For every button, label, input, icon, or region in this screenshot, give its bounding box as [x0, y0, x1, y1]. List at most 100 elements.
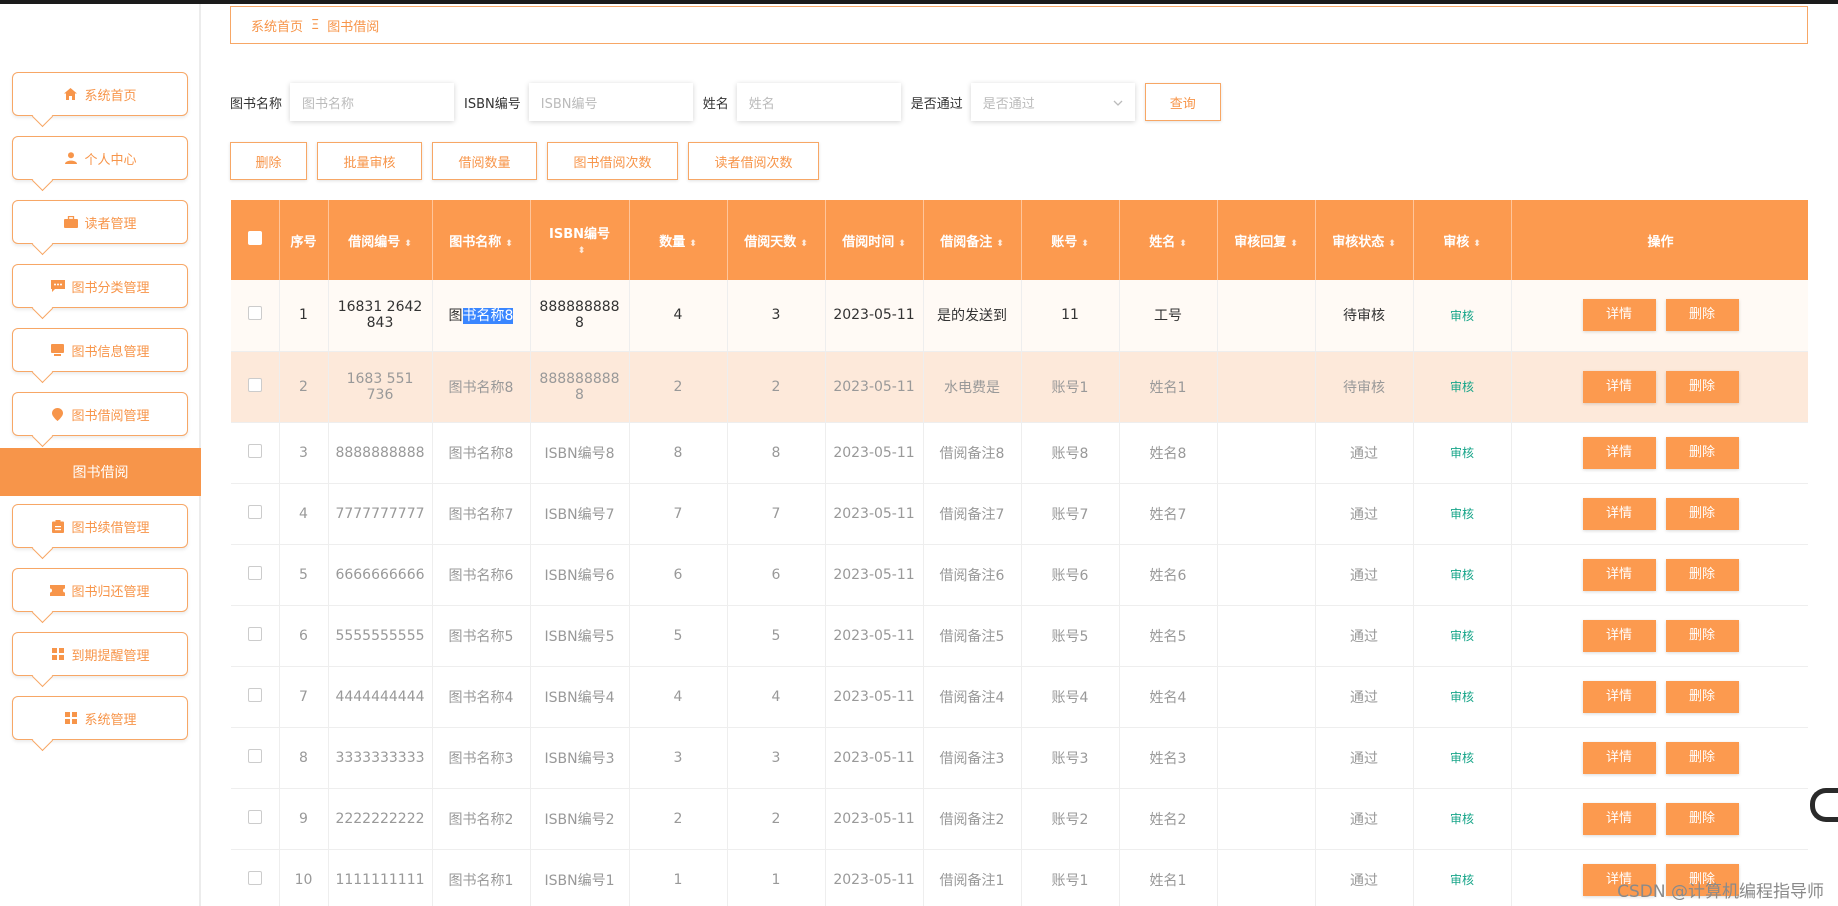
sidebar-item-renew-management[interactable]: 图书续借管理 — [12, 504, 188, 548]
sidebar-item-return-management[interactable]: 图书归还管理 — [12, 568, 188, 612]
row-checkbox[interactable] — [247, 565, 262, 580]
header-audit[interactable]: 审核 ⬍ — [1413, 200, 1512, 280]
query-button[interactable]: 查询 — [1144, 83, 1221, 121]
detail-button[interactable]: 详情 — [1582, 497, 1656, 530]
row-delete-button[interactable]: 删除 — [1665, 680, 1739, 713]
row-borrow-code: 2222222222 — [328, 788, 433, 850]
row-checkbox[interactable] — [247, 687, 262, 702]
audit-link[interactable]: 审核 — [1450, 568, 1474, 582]
row-delete-button[interactable]: 删除 — [1665, 299, 1739, 332]
name-input[interactable]: 姓名 — [736, 83, 901, 121]
header-qty[interactable]: 数量 ⬍ — [629, 200, 728, 280]
row-checkbox[interactable] — [247, 377, 262, 392]
sort-icon[interactable]: ⬍ — [689, 239, 697, 249]
sidebar-item-book-category[interactable]: 图书分类管理 — [12, 264, 188, 308]
row-checkbox[interactable] — [247, 748, 262, 763]
reader-borrow-times-button[interactable]: 读者借阅次数 — [688, 142, 819, 180]
batch-audit-button[interactable]: 批量审核 — [317, 142, 422, 180]
audit-link[interactable]: 审核 — [1450, 873, 1474, 887]
header-days[interactable]: 借阅天数 ⬍ — [727, 200, 826, 280]
sort-icon[interactable]: ⬍ — [1290, 239, 1298, 249]
audit-link[interactable]: 审核 — [1450, 690, 1474, 704]
table-row[interactable]: 6 5555555555 图书名称5 ISBN编号5 5 5 2023-05-11 借阅备注5… — [231, 605, 1808, 667]
delete-button[interactable]: 删除 — [230, 142, 307, 180]
table-row[interactable]: 3 8888888888 图书名称8 ISBN编号8 8 8 2023-05-11 借阅备注8… — [231, 422, 1808, 484]
table-row[interactable]: 7 4444444444 图书名称4 ISBN编号4 4 4 2023-05-11 借阅备注4… — [231, 666, 1808, 728]
sidebar-item-due-reminder[interactable]: 到期提醒管理 — [12, 632, 188, 676]
sidebar-item-book-info[interactable]: 图书信息管理 — [12, 328, 188, 372]
audit-link[interactable]: 审核 — [1450, 380, 1474, 394]
row-checkbox[interactable] — [247, 870, 262, 885]
header-status[interactable]: 审核状态 ⬍ — [1315, 200, 1414, 280]
sort-icon[interactable]: ⬍ — [1473, 239, 1481, 249]
sort-icon[interactable]: ⬍ — [578, 246, 586, 256]
row-delete-button[interactable]: 删除 — [1665, 436, 1739, 469]
header-account[interactable]: 账号 ⬍ — [1021, 200, 1120, 280]
sidebar-item-system-management[interactable]: 系统管理 — [12, 696, 188, 740]
borrow-count-button[interactable]: 借阅数量 — [432, 142, 537, 180]
header-note[interactable]: 借阅备注 ⬍ — [923, 200, 1022, 280]
pass-select[interactable]: 是否通过 — [970, 83, 1135, 121]
select-all-cell[interactable] — [231, 200, 280, 280]
row-account: 账号6 — [1021, 544, 1120, 606]
breadcrumb-home[interactable]: 系统首页 — [251, 16, 303, 35]
select-all-checkbox[interactable] — [247, 231, 262, 245]
row-checkbox[interactable] — [247, 809, 262, 824]
sidebar-item-reader-management[interactable]: 读者管理 — [12, 200, 188, 244]
table-row[interactable]: 8 3333333333 图书名称3 ISBN编号3 3 3 2023-05-11 借阅备注3… — [231, 727, 1808, 789]
table-row[interactable]: 1 16831 2642 843 图书名称8 888888888 8 4 3 2023-05… — [231, 280, 1808, 352]
row-checkbox[interactable] — [247, 443, 262, 458]
row-delete-button[interactable]: 删除 — [1665, 497, 1739, 530]
header-time[interactable]: 借阅时间 ⬍ — [825, 200, 924, 280]
row-checkbox[interactable] — [247, 626, 262, 641]
detail-button[interactable]: 详情 — [1582, 741, 1656, 774]
detail-button[interactable]: 详情 — [1582, 436, 1656, 469]
sidebar-item-book-borrow-active[interactable]: 图书借阅 — [0, 448, 201, 496]
row-delete-button[interactable]: 删除 — [1665, 619, 1739, 652]
isbn-input[interactable]: ISBN编号 — [528, 83, 693, 121]
detail-button[interactable]: 详情 — [1582, 299, 1656, 332]
audit-link[interactable]: 审核 — [1450, 629, 1474, 643]
book-name-input[interactable]: 图书名称 — [290, 83, 455, 121]
sidebar-item-borrow-management[interactable]: 图书借阅管理 — [12, 392, 188, 436]
row-delete-button[interactable]: 删除 — [1665, 741, 1739, 774]
header-name[interactable]: 姓名 ⬍ — [1119, 200, 1218, 280]
table-row[interactable]: 2 1683 551 736 图书名称8 888888888 8 2 2 2023-05-1… — [231, 351, 1808, 423]
sort-icon[interactable]: ⬍ — [1179, 239, 1187, 249]
detail-button[interactable]: 详情 — [1582, 370, 1656, 403]
row-checkbox[interactable] — [247, 504, 262, 519]
sort-icon[interactable]: ⬍ — [800, 239, 808, 249]
row-name-text: 姓名1 — [1149, 379, 1187, 396]
sidebar-item-personal-center[interactable]: 个人中心 — [12, 136, 188, 180]
book-borrow-times-button[interactable]: 图书借阅次数 — [547, 142, 678, 180]
table-row[interactable]: 4 7777777777 图书名称7 ISBN编号7 7 7 2023-05-11 借阅备注7… — [231, 483, 1808, 545]
audit-link[interactable]: 审核 — [1450, 446, 1474, 460]
sort-icon[interactable]: ⬍ — [404, 239, 412, 249]
row-delete-button[interactable]: 删除 — [1665, 558, 1739, 591]
table-row[interactable]: 10 1111111111 图书名称1 ISBN编号1 1 1 2023-05-11 借阅备注… — [231, 849, 1808, 906]
detail-button[interactable]: 详情 — [1582, 680, 1656, 713]
sort-icon[interactable]: ⬍ — [1081, 239, 1089, 249]
audit-link[interactable]: 审核 — [1450, 751, 1474, 765]
sort-icon[interactable]: ⬍ — [505, 239, 513, 249]
header-reply[interactable]: 审核回复 ⬍ — [1217, 200, 1316, 280]
row-checkbox[interactable] — [247, 306, 262, 321]
detail-button[interactable]: 详情 — [1582, 802, 1656, 835]
header-book-name[interactable]: 图书名称 ⬍ — [432, 200, 531, 280]
sort-icon[interactable]: ⬍ — [1388, 239, 1396, 249]
row-delete-button[interactable]: 删除 — [1665, 802, 1739, 835]
header-borrow-code[interactable]: 借阅编号 ⬍ — [328, 200, 433, 280]
row-qty-text: 6 — [673, 566, 683, 583]
sort-icon[interactable]: ⬍ — [996, 239, 1004, 249]
audit-link[interactable]: 审核 — [1450, 309, 1474, 323]
table-row[interactable]: 9 2222222222 图书名称2 ISBN编号2 2 2 2023-05-11 借阅备注2… — [231, 788, 1808, 850]
sort-icon[interactable]: ⬍ — [898, 239, 906, 249]
audit-link[interactable]: 审核 — [1450, 812, 1474, 826]
audit-link[interactable]: 审核 — [1450, 507, 1474, 521]
table-row[interactable]: 5 6666666666 图书名称6 ISBN编号6 6 6 2023-05-11 借阅备注6… — [231, 544, 1808, 606]
detail-button[interactable]: 详情 — [1582, 619, 1656, 652]
sidebar-item-home[interactable]: 系统首页 — [12, 72, 188, 116]
detail-button[interactable]: 详情 — [1582, 558, 1656, 591]
header-isbn[interactable]: ISBN编号 ⬍ — [530, 200, 630, 280]
row-delete-button[interactable]: 删除 — [1665, 370, 1739, 403]
